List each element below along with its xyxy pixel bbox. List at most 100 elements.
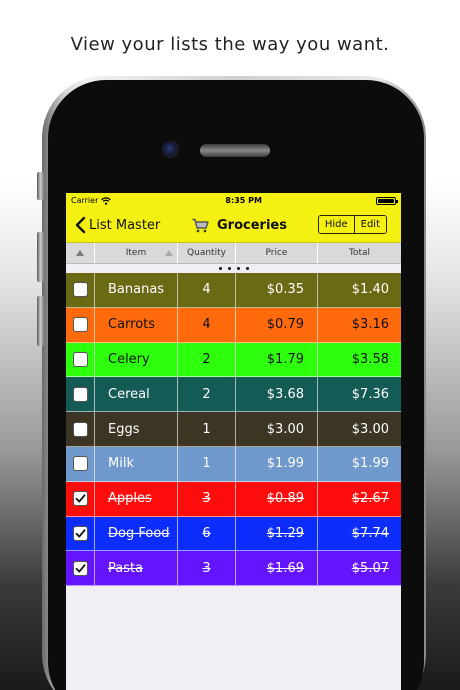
item-checkbox-cell [66, 516, 95, 551]
item-quantity: 2 [178, 342, 236, 377]
item-column-header[interactable]: Item [95, 243, 178, 263]
quantity-column-header[interactable]: Quantity [178, 243, 236, 263]
title-label: Groceries [217, 218, 287, 233]
back-label: List Master [89, 217, 161, 233]
item-name: Celery [95, 342, 178, 377]
grocery-list: Bananas 4 $0.35 $1.40 Carrots 4 $0.79 $3.16 Cele… [66, 273, 401, 587]
item-quantity: 2 [178, 377, 236, 412]
clock: 8:35 PM [225, 196, 262, 205]
list-item[interactable]: Carrots 4 $0.79 $3.16 [66, 307, 401, 343]
item-total: $2.67 [351, 491, 389, 507]
checkmark-icon [75, 564, 85, 573]
item-name: Pasta [95, 551, 178, 586]
item-price: $3.00 [236, 412, 318, 446]
sort-indicator-icon [165, 250, 173, 256]
checkmark-icon [75, 529, 85, 538]
shopping-cart-icon [192, 218, 209, 233]
check-column-header[interactable] [66, 243, 95, 263]
checkbox[interactable] [72, 525, 88, 541]
item-total: $5.07 [351, 560, 389, 576]
promo-headline: View your lists the way you want. [70, 34, 390, 55]
mute-switch [37, 172, 44, 200]
front-camera [162, 141, 179, 158]
navigation-bar: List Master Groceries Hide Edit [66, 208, 401, 243]
item-column-label: Item [125, 248, 147, 258]
drag-handle[interactable] [66, 264, 401, 273]
item-checkbox-cell [66, 481, 95, 516]
item-total: $3.16 [351, 317, 389, 333]
sort-ascending-icon [76, 250, 84, 256]
handle-dot [236, 267, 240, 270]
item-quantity: 3 [178, 551, 236, 586]
item-price: $1.99 [236, 446, 318, 481]
item-price: $0.79 [236, 307, 318, 342]
checkbox[interactable] [72, 421, 88, 437]
item-price: $3.68 [236, 377, 318, 412]
list-item[interactable]: Pasta 3 $1.69 $5.07 [66, 551, 401, 587]
quantity-column-label: Quantity [187, 248, 226, 258]
item-total: $1.40 [351, 282, 389, 298]
checkbox[interactable] [72, 491, 88, 507]
back-button[interactable]: List Master [66, 216, 160, 234]
total-column-header[interactable]: Total [318, 243, 401, 263]
handle-dot [227, 267, 231, 270]
hide-button[interactable]: Hide [318, 216, 354, 233]
item-quantity: 1 [178, 446, 236, 481]
checkbox[interactable] [72, 386, 88, 402]
chevron-left-icon [75, 216, 86, 234]
item-price: $1.69 [236, 551, 318, 586]
price-column-label: Price [265, 248, 288, 258]
price-column-header[interactable]: Price [236, 243, 318, 263]
list-item[interactable]: Bananas 4 $0.35 $1.40 [66, 273, 401, 308]
volume-down-button [37, 296, 44, 346]
wifi-icon [101, 196, 112, 205]
item-checkbox-cell [66, 273, 95, 307]
list-title: Groceries [192, 208, 287, 243]
item-checkbox-cell [66, 446, 95, 481]
item-name: Bananas [95, 273, 178, 307]
earpiece-speaker [200, 144, 270, 157]
item-price: $0.89 [236, 481, 318, 516]
list-item[interactable]: Dog Food 6 $1.29 $7.74 [66, 516, 401, 552]
item-price: $0.35 [236, 273, 318, 307]
total-column-label: Total [348, 248, 371, 258]
handle-dot [245, 267, 249, 270]
item-checkbox-cell [66, 412, 95, 446]
item-name: Carrots [95, 307, 178, 342]
checkbox[interactable] [72, 456, 88, 472]
checkbox[interactable] [72, 560, 88, 576]
item-quantity: 6 [178, 516, 236, 551]
volume-up-button [37, 232, 44, 282]
item-name: Eggs [95, 412, 178, 446]
item-total: $7.36 [351, 386, 389, 402]
handle-dot [218, 267, 222, 270]
carrier-label: Carrier [71, 196, 99, 205]
item-total: $7.74 [351, 525, 389, 541]
list-item[interactable]: Apples 3 $0.89 $2.67 [66, 481, 401, 517]
edit-button[interactable]: Edit [353, 216, 386, 233]
item-name: Milk [95, 446, 178, 481]
item-price: $1.79 [236, 342, 318, 377]
status-bar: Carrier 8:35 PM [66, 193, 401, 208]
item-quantity: 4 [178, 307, 236, 342]
list-item[interactable]: Eggs 1 $3.00 $3.00 [66, 412, 401, 447]
column-headers: Item Quantity Price Total [66, 243, 401, 264]
item-name: Cereal [95, 377, 178, 412]
item-quantity: 4 [178, 273, 236, 307]
checkmark-icon [75, 494, 85, 503]
list-item[interactable]: Celery 2 $1.79 $3.58 [66, 342, 401, 378]
item-checkbox-cell [66, 377, 95, 412]
item-checkbox-cell [66, 307, 95, 342]
item-name: Dog Food [95, 516, 178, 551]
item-total: $1.99 [351, 456, 389, 472]
list-item[interactable]: Cereal 2 $3.68 $7.36 [66, 377, 401, 413]
checkbox[interactable] [72, 282, 88, 298]
nav-actions: Hide Edit [317, 215, 387, 234]
item-checkbox-cell [66, 342, 95, 377]
item-checkbox-cell [66, 551, 95, 586]
list-item[interactable]: Milk 1 $1.99 $1.99 [66, 446, 401, 482]
checkbox[interactable] [72, 351, 88, 367]
item-name: Apples [95, 481, 178, 516]
checkbox[interactable] [72, 317, 88, 333]
item-price: $1.29 [236, 516, 318, 551]
